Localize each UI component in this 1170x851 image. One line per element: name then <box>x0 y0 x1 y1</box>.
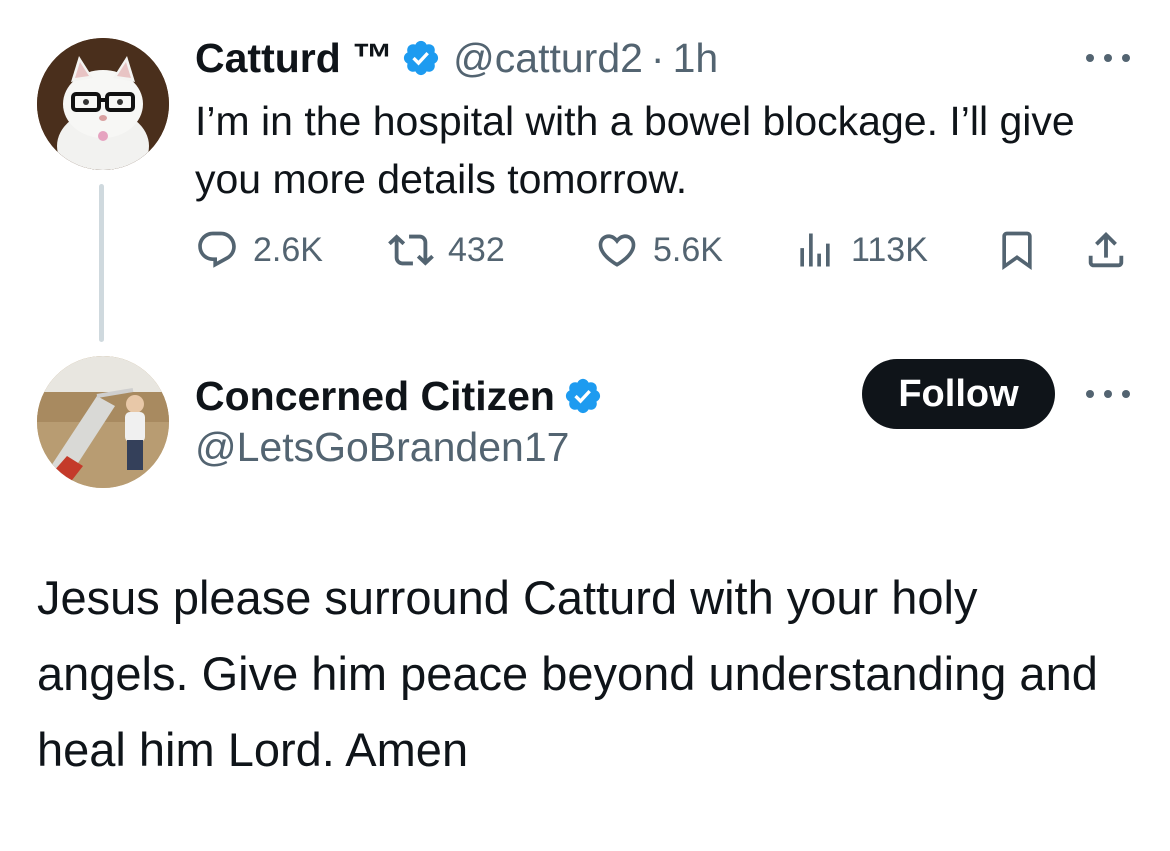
share-button[interactable] <box>1083 220 1129 280</box>
concerned-citizen-avatar[interactable] <box>37 356 169 488</box>
reply-icon <box>195 228 239 272</box>
more-icon[interactable] <box>1086 46 1130 70</box>
tweet2-text: Jesus please surround Catturd with your … <box>37 571 1098 776</box>
catturd-avatar[interactable] <box>37 38 169 170</box>
separator-dot: · <box>650 34 665 81</box>
like-count: 5.6K <box>653 230 723 269</box>
views-icon <box>793 228 837 272</box>
more-icon[interactable] <box>1086 382 1130 406</box>
cat-avatar-image <box>37 38 169 170</box>
tweet1-header: Catturd ™ @catturd2 · 1h <box>195 30 718 86</box>
tweet2-author-handle[interactable]: @LetsGoBranden17 <box>195 424 569 471</box>
retweet-count: 432 <box>448 230 505 269</box>
tweet1-author-name[interactable]: Catturd ™ <box>195 35 393 82</box>
bookmark-icon <box>995 228 1039 272</box>
tweet1-timestamp[interactable]: 1h <box>673 35 719 82</box>
like-button[interactable]: 5.6K <box>595 220 723 280</box>
verified-badge-icon <box>401 38 441 78</box>
thread-line <box>99 184 104 342</box>
retweet-icon <box>388 227 434 273</box>
follow-button[interactable]: Follow <box>862 359 1055 429</box>
views-count: 113K <box>851 230 928 269</box>
citizen-avatar-image <box>37 356 169 488</box>
views-button[interactable]: 113K <box>793 220 928 280</box>
tweet2-author-name[interactable]: Concerned Citizen <box>195 373 555 420</box>
like-icon <box>595 228 639 272</box>
reply-button[interactable]: 2.6K <box>195 220 323 280</box>
share-icon <box>1083 227 1129 273</box>
tweet2-header: Concerned Citizen <box>195 368 603 424</box>
tweet1-text: I’m in the hospital with a bowel blockag… <box>195 98 1075 202</box>
tweet1-author-handle[interactable]: @catturd2 <box>453 35 643 82</box>
bookmark-button[interactable] <box>995 220 1039 280</box>
retweet-button[interactable]: 432 <box>388 220 505 280</box>
verified-badge-icon <box>563 376 603 416</box>
reply-count: 2.6K <box>253 230 323 269</box>
tweet1-actions: 2.6K 432 5.6K 113K <box>195 220 1135 280</box>
